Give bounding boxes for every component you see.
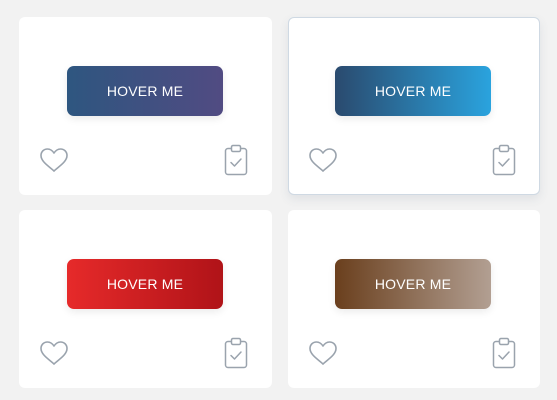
hover-me-button-4[interactable]: HOVER ME	[335, 259, 491, 309]
button-card-3: HOVER ME	[19, 210, 272, 388]
clipboard-check-icon[interactable]	[224, 144, 248, 176]
clipboard-check-icon[interactable]	[492, 144, 516, 176]
clipboard-check-icon[interactable]	[224, 337, 248, 369]
heart-icon[interactable]	[39, 340, 69, 366]
heart-icon[interactable]	[308, 147, 338, 173]
heart-icon[interactable]	[308, 340, 338, 366]
hover-me-button-2[interactable]: HOVER ME	[335, 66, 491, 116]
button-card-4: HOVER ME	[288, 210, 540, 388]
button-card-1: HOVER ME	[19, 17, 272, 195]
button-card-2: HOVER ME	[288, 17, 540, 195]
hover-me-button-3[interactable]: HOVER ME	[67, 259, 223, 309]
clipboard-check-icon[interactable]	[492, 337, 516, 369]
heart-icon[interactable]	[39, 147, 69, 173]
hover-me-button-1[interactable]: HOVER ME	[67, 66, 223, 116]
